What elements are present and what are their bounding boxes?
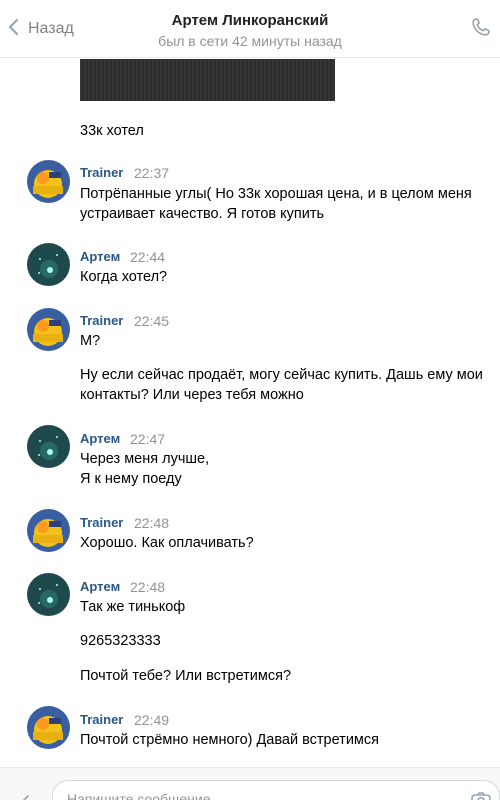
attached-photo[interactable] [80, 59, 335, 101]
message-text: Почтой тебе? Или встретимся? [80, 668, 292, 684]
message-author[interactable]: Trainer [80, 515, 123, 530]
message-author[interactable]: Trainer [80, 712, 123, 727]
camera-icon[interactable] [470, 790, 492, 800]
message-text: М? [80, 333, 101, 349]
avatar[interactable] [27, 509, 70, 552]
message-text: 33к хотел [80, 123, 144, 139]
phone-icon[interactable] [470, 16, 492, 38]
message-text: Я к нему поеду [80, 471, 182, 487]
last-seen-status: был в сети 42 минуты назад [158, 33, 342, 49]
message-time: 22:48 [134, 515, 170, 531]
message-author[interactable]: Trainer [80, 165, 123, 180]
message-author[interactable]: Trainer [80, 313, 123, 328]
message-time: 22:37 [134, 165, 170, 181]
avatar[interactable] [27, 706, 70, 749]
message-composer: Напишите сообщение... [0, 767, 500, 800]
message-time: 22:49 [134, 712, 170, 728]
message-text: Так же тинькоф [80, 599, 186, 615]
message-author[interactable]: Артем [80, 249, 120, 264]
message-author[interactable]: Артем [80, 431, 120, 446]
avatar[interactable] [27, 160, 70, 203]
avatar[interactable] [27, 243, 70, 286]
avatar[interactable] [27, 425, 70, 468]
message-text: Когда хотел? [80, 269, 168, 285]
message-text: Потрёпанные углы( Но 33к хорошая цена, и… [80, 186, 472, 202]
paperclip-icon[interactable] [14, 790, 34, 800]
avatar[interactable] [27, 573, 70, 616]
message-input[interactable]: Напишите сообщение... [52, 780, 500, 800]
chat-title-block[interactable]: Артем Линкоранский был в сети 42 минуты … [0, 12, 500, 49]
message-text: Хорошо. Как оплачивать? [80, 535, 254, 551]
message-time: 22:47 [130, 431, 166, 447]
message-text: контакты? Или через тебя можно [80, 387, 304, 403]
message-time: 22:45 [134, 313, 170, 329]
message-text: 9265323333 [80, 633, 161, 649]
message-text: Через меня лучше, [80, 451, 210, 467]
chat-header: Назад Артем Линкоранский был в сети 42 м… [0, 0, 500, 58]
message-time: 22:44 [130, 249, 166, 265]
message-text: Ну если сейчас продаёт, могу сейчас купи… [80, 367, 483, 383]
message-author[interactable]: Артем [80, 579, 120, 594]
message-feed[interactable]: 33к хотел Trainer 22:37 Потрёпанные углы… [0, 59, 500, 767]
avatar[interactable] [27, 308, 70, 351]
chat-title: Артем Линкоранский [171, 12, 329, 29]
message-time: 22:48 [130, 579, 166, 595]
message-text: устраивает качество. Я готов купить [80, 206, 325, 222]
message-text: Почтой стрёмно немного) Давай встретимся [80, 732, 379, 748]
